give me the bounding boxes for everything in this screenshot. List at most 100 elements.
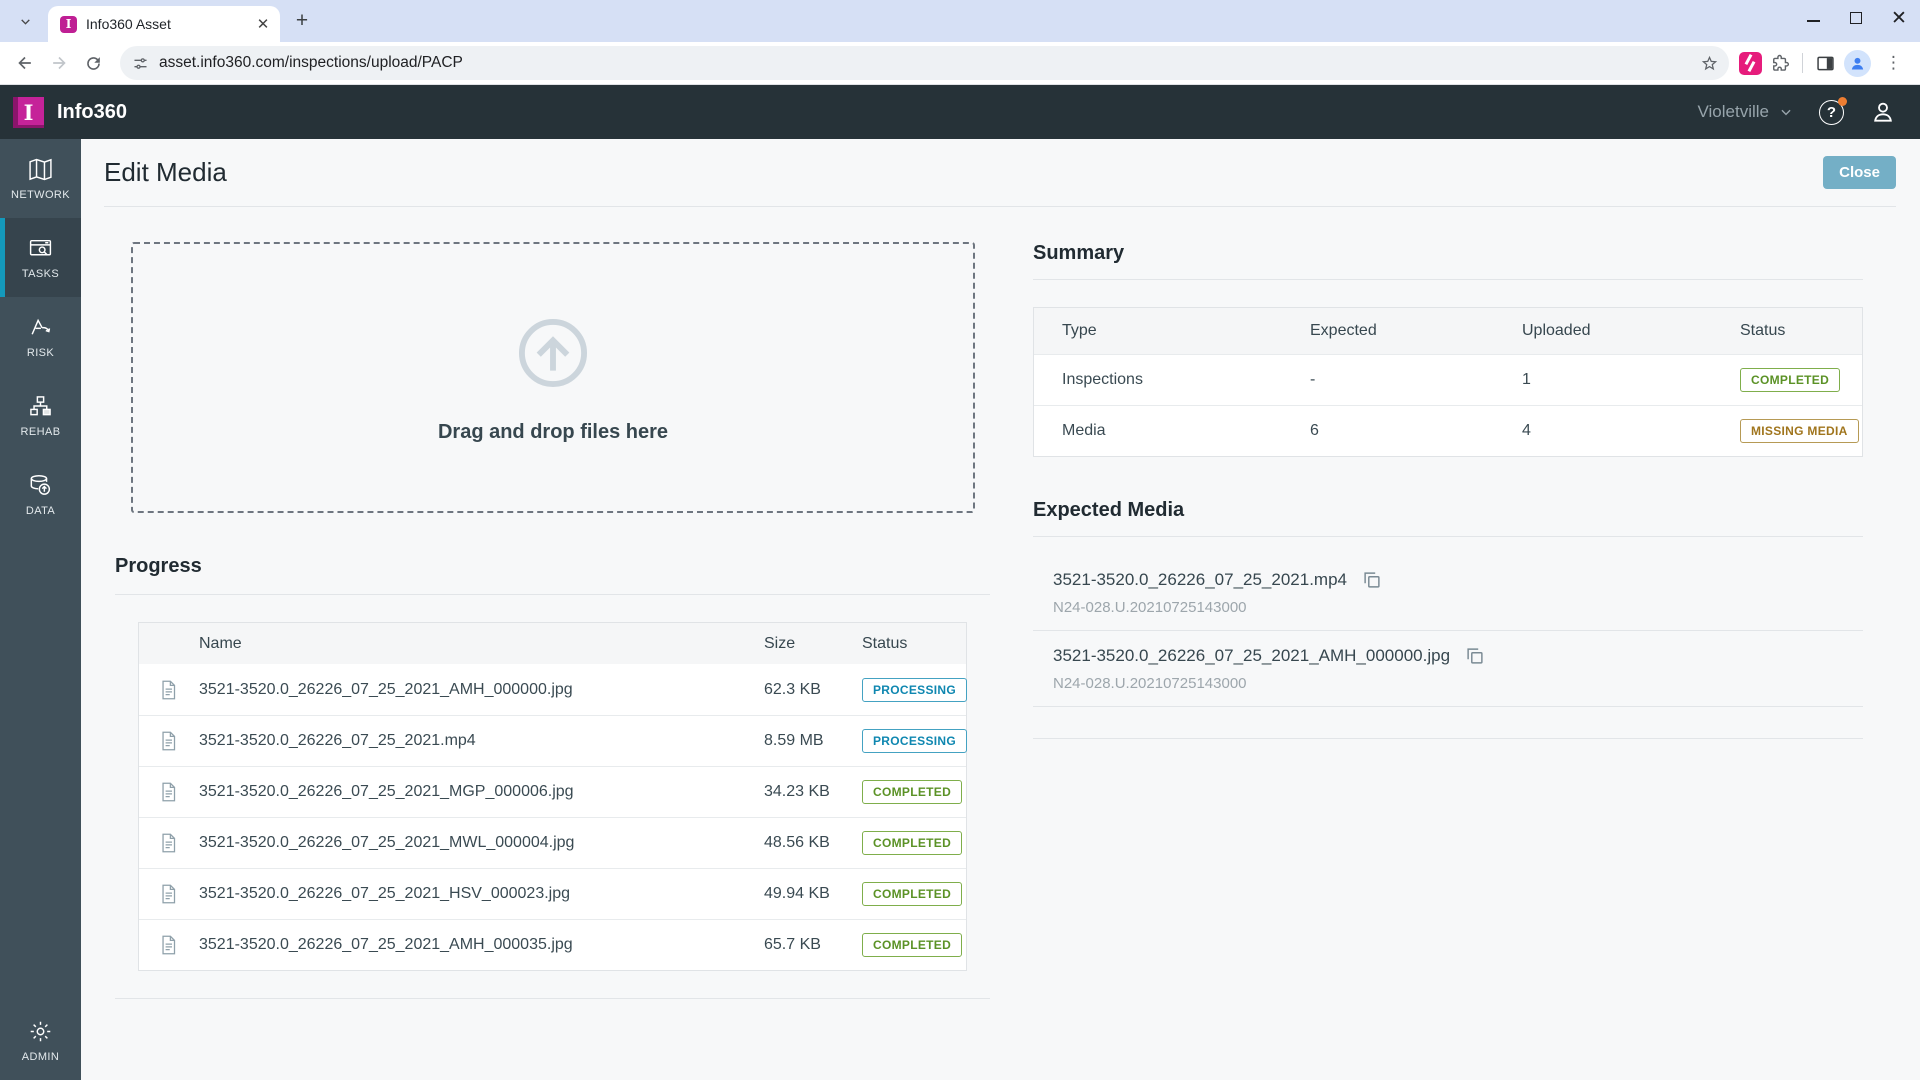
chevron-down-icon: [1779, 105, 1793, 119]
expected-media-name: 3521-3520.0_26226_07_25_2021_AMH_000000.…: [1053, 646, 1450, 666]
minimize-button[interactable]: [1807, 14, 1820, 22]
app-name: Info360: [57, 101, 1697, 124]
status-badge: PROCESSING: [862, 678, 967, 702]
sidebar-item-admin[interactable]: ADMIN: [0, 1001, 81, 1080]
summary-column: Summary Type Expected Uploaded Status In…: [1033, 207, 1863, 999]
file-name: 3521-3520.0_26226_07_25_2021.mp4: [199, 732, 764, 750]
file-icon: [158, 781, 180, 803]
new-tab-button[interactable]: +: [288, 7, 316, 35]
col-header-status: Status: [862, 635, 966, 653]
back-button[interactable]: [8, 46, 42, 80]
browser-tab-strip: I Info360 Asset ✕ + ✕: [0, 0, 1920, 42]
sidebar-item-rehab[interactable]: REHAB: [0, 376, 81, 455]
status-badge: COMPLETED: [862, 831, 962, 855]
gear-icon: [28, 1019, 53, 1044]
workspace-dropdown[interactable]: Violetville: [1697, 102, 1793, 122]
file-size: 65.7 KB: [764, 936, 862, 954]
file-size: 34.23 KB: [764, 783, 862, 801]
progress-table: Name Size Status 3521-3520.0_26226_07_25…: [138, 622, 967, 971]
reload-button[interactable]: [76, 46, 110, 80]
sidebar-label-tasks: TASKS: [22, 268, 59, 280]
file-name: 3521-3520.0_26226_07_25_2021_HSV_000023.…: [199, 885, 764, 903]
notification-dot: [1838, 97, 1847, 106]
toolbar-extensions-area: ⋮: [1739, 50, 1912, 77]
summary-expected: -: [1310, 371, 1522, 389]
file-icon: [158, 679, 180, 701]
tab-search-chevron-icon[interactable]: [8, 4, 42, 38]
file-name: 3521-3520.0_26226_07_25_2021_AMH_000035.…: [199, 936, 764, 954]
sidebar-label-rehab: REHAB: [21, 426, 61, 438]
table-row: 3521-3520.0_26226_07_25_2021.mp4 8.59 MB…: [139, 715, 966, 766]
extensions-puzzle-icon[interactable]: [1770, 53, 1790, 73]
person-icon: [1870, 99, 1896, 125]
sidebar-label-risk: RISK: [27, 347, 54, 359]
close-button[interactable]: Close: [1823, 156, 1896, 189]
upload-column: Drag and drop files here Progress Name S…: [115, 207, 990, 999]
page-header: Edit Media Close: [104, 139, 1896, 207]
table-row: 3521-3520.0_26226_07_25_2021_AMH_000000.…: [139, 664, 966, 715]
summary-type: Media: [1034, 422, 1310, 440]
user-menu-button[interactable]: [1870, 99, 1896, 125]
status-badge: COMPLETED: [862, 882, 962, 906]
tab-title: Info360 Asset: [86, 16, 254, 32]
file-size: 49.94 KB: [764, 885, 862, 903]
col-header-expected: Expected: [1310, 322, 1522, 340]
right-panel-divider: [1033, 707, 1863, 739]
browser-menu-icon[interactable]: ⋮: [1879, 53, 1908, 73]
browser-profile-avatar[interactable]: [1844, 50, 1871, 77]
dropzone-label: Drag and drop files here: [438, 421, 668, 444]
sidebar-label-admin: ADMIN: [22, 1051, 59, 1063]
summary-uploaded: 1: [1522, 371, 1740, 389]
file-name: 3521-3520.0_26226_07_25_2021_MGP_000006.…: [199, 783, 764, 801]
browser-tab[interactable]: I Info360 Asset ✕: [48, 6, 280, 42]
tab-close-icon[interactable]: ✕: [254, 15, 272, 33]
side-panel-icon[interactable]: [1815, 53, 1836, 74]
table-row: 3521-3520.0_26226_07_25_2021_MGP_000006.…: [139, 766, 966, 817]
risk-icon: [28, 315, 53, 340]
app-header: I Info360 Violetville ?: [0, 85, 1920, 139]
window-close-button[interactable]: ✕: [1892, 11, 1906, 25]
file-icon: [158, 832, 180, 854]
expected-media-heading: Expected Media: [1033, 499, 1863, 537]
pink-extension-icon[interactable]: [1739, 52, 1762, 75]
site-settings-icon[interactable]: [132, 55, 149, 72]
summary-expected: 6: [1310, 422, 1522, 440]
copy-icon[interactable]: [1464, 645, 1486, 667]
forward-button[interactable]: [42, 46, 76, 80]
url-bar[interactable]: asset.info360.com/inspections/upload/PAC…: [120, 46, 1729, 80]
summary-uploaded: 4: [1522, 422, 1740, 440]
list-item: 3521-3520.0_26226_07_25_2021.mp4 N24-028…: [1033, 537, 1863, 631]
help-button[interactable]: ?: [1819, 100, 1844, 125]
sidebar-item-risk[interactable]: RISK: [0, 297, 81, 376]
summary-table-header: Type Expected Uploaded Status: [1034, 308, 1862, 354]
col-header-name: Name: [199, 635, 764, 653]
file-size: 8.59 MB: [764, 732, 862, 750]
info360-logo: I: [13, 97, 44, 128]
file-size: 48.56 KB: [764, 834, 862, 852]
tasks-icon: [28, 236, 53, 261]
status-badge: COMPLETED: [862, 933, 962, 957]
progress-table-header: Name Size Status: [139, 623, 966, 664]
bookmark-star-icon[interactable]: [1700, 54, 1719, 73]
expected-media-id: N24-028.U.20210725143000: [1053, 675, 1863, 692]
workspace-name: Violetville: [1697, 102, 1769, 122]
status-badge: PROCESSING: [862, 729, 967, 753]
maximize-button[interactable]: [1850, 12, 1862, 24]
sidebar-item-data[interactable]: DATA: [0, 455, 81, 534]
sidebar-item-tasks[interactable]: TASKS: [0, 218, 81, 297]
file-dropzone[interactable]: Drag and drop files here: [131, 242, 975, 513]
data-icon: [28, 473, 53, 498]
expected-media-name: 3521-3520.0_26226_07_25_2021.mp4: [1053, 570, 1347, 590]
page-title: Edit Media: [104, 157, 227, 188]
summary-heading: Summary: [1033, 242, 1863, 280]
map-icon: [28, 157, 53, 182]
file-icon: [158, 934, 180, 956]
sidebar-item-network[interactable]: NETWORK: [0, 139, 81, 218]
browser-toolbar: asset.info360.com/inspections/upload/PAC…: [0, 42, 1920, 85]
copy-icon[interactable]: [1361, 569, 1383, 591]
status-badge: COMPLETED: [862, 780, 962, 804]
table-row: 3521-3520.0_26226_07_25_2021_MWL_000004.…: [139, 817, 966, 868]
sidebar-label-network: NETWORK: [11, 189, 70, 201]
main-content: Edit Media Close Drag and drop files her…: [81, 139, 1920, 1080]
window-controls: ✕: [1807, 0, 1906, 36]
